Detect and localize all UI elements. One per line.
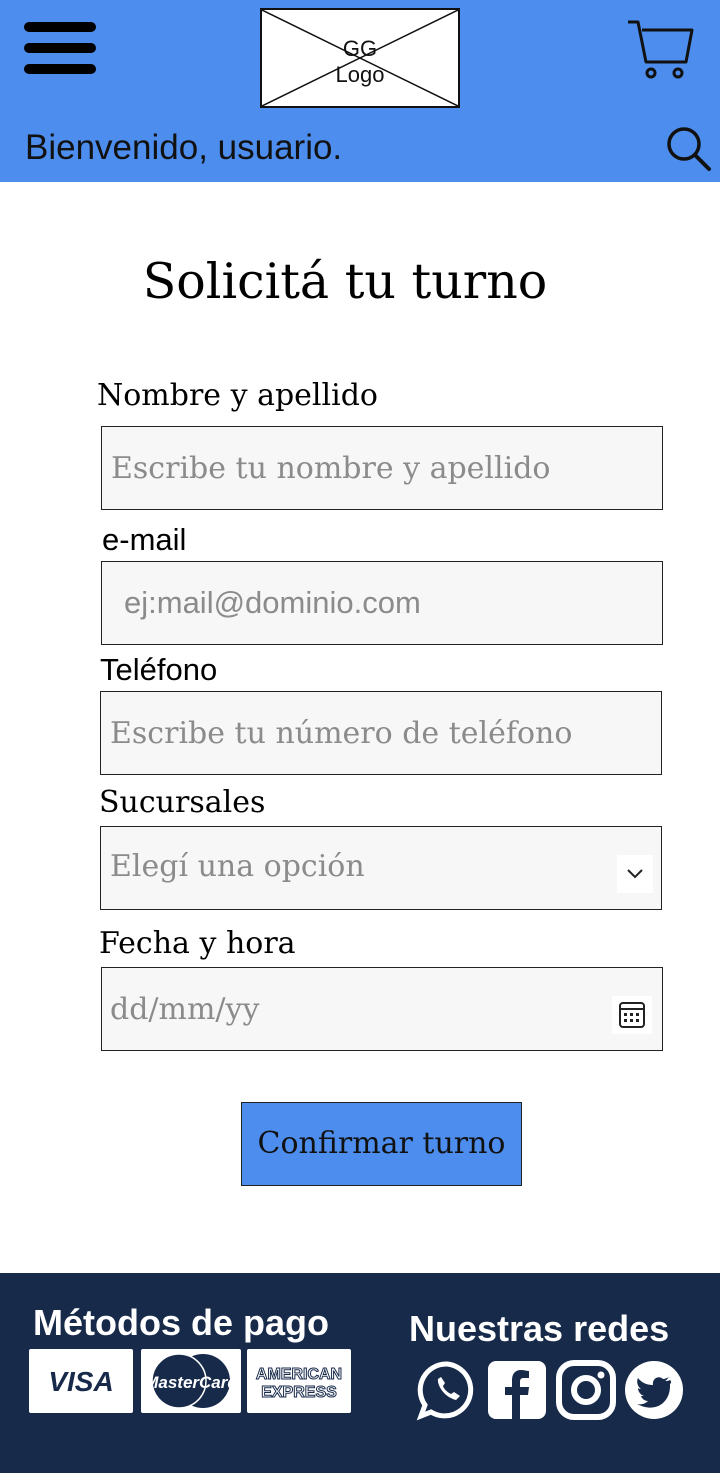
phone-field[interactable]: [100, 691, 662, 775]
datetime-label: Fecha y hora: [99, 926, 296, 961]
datetime-field[interactable]: [101, 967, 663, 1051]
footer: Métodos de pago VISA MasterCard AMERICAN…: [0, 1273, 720, 1473]
payment-methods-title: Métodos de pago: [33, 1302, 329, 1343]
american-express-icon: AMERICAN EXPRESS: [247, 1349, 351, 1413]
name-field[interactable]: [101, 426, 663, 510]
chevron-down-icon[interactable]: [617, 855, 653, 893]
shopping-cart-icon[interactable]: [626, 18, 694, 80]
branch-select[interactable]: Elegí una opción: [100, 826, 662, 910]
phone-label: Teléfono: [100, 652, 218, 687]
logo-text: GG Logo: [335, 36, 385, 87]
amex-text-line2: EXPRESS: [261, 1384, 337, 1401]
page-title: Solicitá tu turno: [142, 253, 548, 310]
mastercard-icon: MasterCard: [141, 1349, 241, 1413]
datetime-input[interactable]: [102, 968, 662, 1050]
name-label: Nombre y apellido: [97, 378, 378, 413]
facebook-icon[interactable]: [486, 1359, 548, 1421]
email-input[interactable]: [102, 562, 662, 644]
phone-input[interactable]: [101, 692, 661, 774]
social-title: Nuestras redes: [409, 1308, 670, 1349]
email-label: e-mail: [102, 522, 187, 557]
visa-card-icon: VISA: [29, 1349, 133, 1413]
hamburger-menu-icon[interactable]: [24, 22, 96, 76]
name-input[interactable]: [102, 427, 662, 509]
email-field[interactable]: [101, 561, 663, 645]
amex-text-line1: AMERICAN: [256, 1366, 342, 1383]
mastercard-text: MasterCard: [144, 1373, 238, 1392]
top-header: GG Logo Bienvenido, usuario.: [0, 0, 720, 182]
instagram-icon[interactable]: [555, 1359, 617, 1421]
visa-text: VISA: [48, 1366, 113, 1397]
whatsapp-icon[interactable]: [416, 1359, 478, 1421]
logo-placeholder[interactable]: GG Logo: [260, 8, 460, 108]
branch-label: Sucursales: [99, 785, 266, 820]
search-icon[interactable]: [664, 124, 712, 172]
branch-selected-value: Elegí una opción: [110, 849, 365, 884]
calendar-icon[interactable]: [612, 996, 652, 1034]
twitter-icon[interactable]: [623, 1359, 685, 1421]
welcome-message: Bienvenido, usuario.: [25, 128, 343, 167]
confirm-appointment-button[interactable]: Confirmar turno: [241, 1102, 522, 1186]
